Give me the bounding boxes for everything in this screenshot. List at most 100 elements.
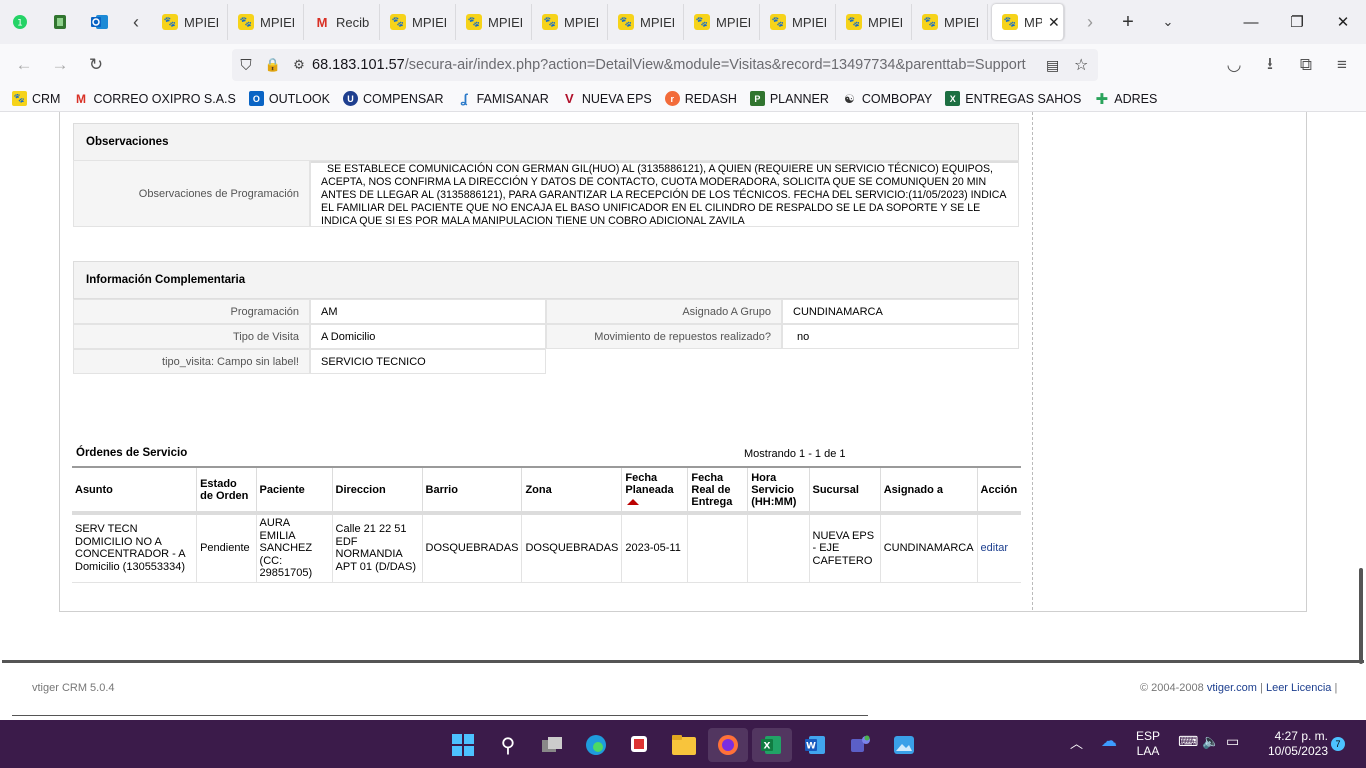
cell-asunto[interactable]: SERV TECN DOMICILIO NO A CONCENTRADOR - … (72, 513, 197, 583)
col-fecha-real[interactable]: Fecha Real de Entrega (687, 466, 748, 515)
tab-active[interactable]: 🐾 MP ✕ (992, 4, 1064, 40)
tab-mpiedr-5[interactable]: 🐾MPIEDR (532, 4, 608, 40)
firefox-icon[interactable] (708, 728, 748, 762)
bookmark-redash[interactable]: r REDASH (664, 91, 737, 106)
paw-icon: 🐾 (618, 14, 634, 30)
svg-text:X: X (764, 742, 771, 752)
volume-icon[interactable]: 🔈 (1202, 734, 1219, 749)
photos-icon[interactable] (884, 728, 924, 762)
language-indicator[interactable]: ESP LAA (1136, 729, 1160, 759)
tab-mpiedr-6[interactable]: 🐾MPIEDR (608, 4, 684, 40)
tab-mpiedr-1[interactable]: 🐾MPIEDR (152, 4, 228, 40)
back-icon[interactable]: ← (6, 47, 42, 83)
paw-icon: 🐾 (770, 14, 786, 30)
close-window-icon[interactable]: ✕ (1320, 0, 1366, 44)
licencia-link[interactable]: Leer Licencia (1266, 682, 1331, 694)
teams-icon[interactable] (840, 728, 880, 762)
forward-icon[interactable]: → (42, 47, 78, 83)
excel-icon[interactable]: X (752, 728, 792, 762)
planner-tab-icon[interactable] (40, 0, 80, 44)
battery-icon[interactable]: ▭ (1226, 734, 1239, 749)
grupo-value: CUNDINAMARCA (782, 299, 1019, 324)
bookmark-combopay[interactable]: ☯ COMBOPAY (842, 91, 932, 106)
word-icon[interactable]: W (796, 728, 836, 762)
tipo-visita-label: Tipo de Visita (73, 324, 310, 349)
observaciones-header: Observaciones (73, 123, 1019, 163)
col-asunto[interactable]: Asunto (72, 466, 197, 515)
edge-icon[interactable] (576, 728, 616, 762)
extensions-icon[interactable]: ⧉ (1288, 47, 1324, 83)
vertical-scrollbar[interactable] (1359, 568, 1363, 664)
col-hora[interactable]: Hora Servicio (HH:MM) (747, 466, 809, 515)
bookmark-nueva-eps[interactable]: V NUEVA EPS (562, 91, 652, 106)
cell-sucursal: NUEVA EPS - EJE CAFETERO (808, 513, 881, 583)
col-direccion[interactable]: Direccion (331, 466, 423, 515)
bookmark-adres[interactable]: ✚ ADRES (1094, 91, 1157, 108)
tab-mpiedr-3[interactable]: 🐾MPIEDR (380, 4, 456, 40)
page-content: Observaciones Observaciones de Programac… (0, 112, 1366, 720)
horizontal-scrollbar[interactable] (12, 715, 868, 716)
url-bar[interactable]: ⛉ 🔒 ⚙ 68.183.101.57/secura-air/index.php… (232, 49, 1098, 81)
bookmark-outlook[interactable]: O OUTLOOK (248, 91, 330, 106)
vtiger-link[interactable]: vtiger.com (1207, 682, 1257, 694)
sort-asc-icon (627, 498, 640, 505)
tab-mpiedr-9[interactable]: 🐾MPIEDR (836, 4, 912, 40)
minimize-icon[interactable]: — (1228, 0, 1274, 44)
insecure-lock-icon[interactable]: 🔒 (260, 57, 286, 73)
bookmark-correo[interactable]: M CORREO OXIPRO S.A.S (73, 91, 236, 106)
tab-mpiedr-2[interactable]: 🐾MPIEDR (228, 4, 304, 40)
outlook-tab-icon[interactable] (80, 0, 120, 44)
paw-icon: 🐾 (1002, 14, 1018, 30)
task-view-icon[interactable] (532, 728, 572, 762)
snipping-tool-icon[interactable] (620, 728, 660, 762)
col-sucursal[interactable]: Sucursal (808, 466, 881, 515)
tab-scroll-left-icon[interactable]: ‹ (120, 0, 152, 44)
reader-view-icon[interactable]: ▤ (1046, 57, 1059, 74)
tab-mpiedr-4[interactable]: 🐾MPIEDR (456, 4, 532, 40)
campo-label: tipo_visita: Campo sin label! (73, 349, 310, 374)
network-icon[interactable]: ⌨ (1178, 734, 1198, 749)
search-icon[interactable]: ⚲ (488, 728, 528, 762)
clock[interactable]: 4:27 p. m. 10/05/2023 (1256, 729, 1328, 759)
shield-icon[interactable]: ⛉ (232, 57, 260, 74)
show-hidden-icons[interactable]: ︿ (1070, 736, 1083, 751)
windows-start-icon[interactable] (443, 728, 483, 762)
onedrive-icon[interactable]: ☁ (1101, 734, 1117, 750)
bookmark-famisanar[interactable]: ʆ FAMISANAR (457, 91, 549, 106)
pocket-icon[interactable]: ◡ (1216, 47, 1252, 83)
bookmark-star-icon[interactable]: ☆ (1074, 55, 1088, 75)
taskbar: ⚲ X W ︿ ☁ ESP LAA ⌨ 🔈 ▭ 4:27 p. m. 10/05… (0, 720, 1366, 768)
tab-bar: 1 ‹ 🐾MPIEDR 🐾MPIEDR MRecibidos 🐾MPIEDR 🐾… (0, 0, 1366, 44)
restore-icon[interactable]: ❐ (1274, 0, 1320, 44)
col-fecha-planeada[interactable]: Fecha Planeada (621, 466, 688, 515)
cell-zona: DOSQUEBRADAS (521, 513, 622, 583)
permissions-icon[interactable]: ⚙ (286, 57, 312, 73)
bookmark-compensar[interactable]: U COMPENSAR (342, 91, 444, 106)
tab-mpiedr-8[interactable]: 🐾MPIEDR (760, 4, 836, 40)
col-barrio[interactable]: Barrio (421, 466, 522, 515)
tab-mpiedr-7[interactable]: 🐾MPIEDR (684, 4, 760, 40)
menu-icon[interactable]: ≡ (1324, 47, 1360, 83)
reload-icon[interactable]: ↻ (78, 47, 114, 83)
editar-link[interactable]: editar (981, 542, 1009, 554)
cell-paciente: AURA EMILIA SANCHEZ (CC: 29851705) (255, 513, 333, 583)
col-paciente[interactable]: Paciente (255, 466, 333, 515)
whatsapp-tab-icon[interactable]: 1 (0, 0, 40, 44)
notification-badge[interactable]: 7 (1331, 737, 1345, 751)
tab-scroll-right-icon[interactable]: › (1072, 0, 1108, 44)
bookmark-entregas[interactable]: X ENTREGAS SAHOS (945, 91, 1081, 106)
downloads-icon[interactable]: ⭳ (1252, 47, 1288, 83)
col-estado[interactable]: Estado de Orden (196, 466, 257, 515)
grupo-label: Asignado A Grupo (546, 299, 782, 324)
bookmark-crm[interactable]: 🐾 CRM (12, 91, 60, 106)
close-tab-icon[interactable]: ✕ (1048, 14, 1060, 31)
col-zona[interactable]: Zona (521, 466, 622, 515)
col-asignado[interactable]: Asignado a (879, 466, 978, 515)
tab-gmail[interactable]: MRecibidos (304, 4, 380, 40)
list-tabs-icon[interactable]: ⌄ (1148, 0, 1188, 44)
file-explorer-icon[interactable] (664, 728, 704, 762)
new-tab-icon[interactable]: + (1108, 0, 1148, 44)
tab-mpiedr-10[interactable]: 🐾MPIEDR (912, 4, 988, 40)
bookmark-planner[interactable]: P PLANNER (749, 91, 829, 106)
table-row: SERV TECN DOMICILIO NO A CONCENTRADOR - … (72, 513, 1021, 583)
